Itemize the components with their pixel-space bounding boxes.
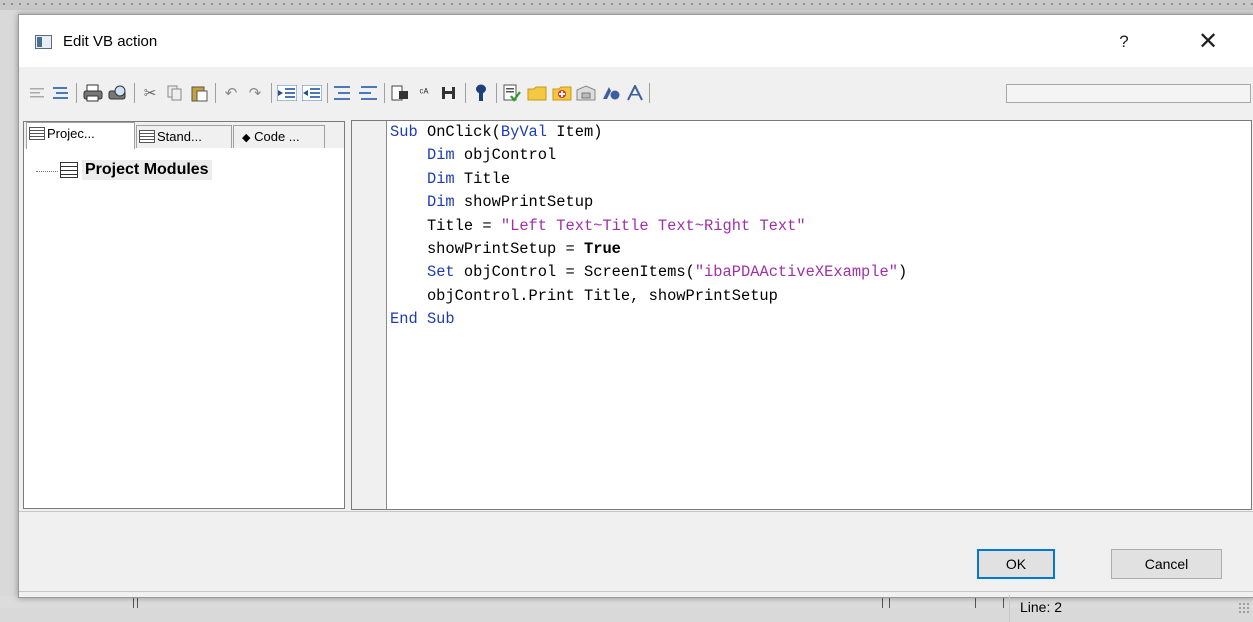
- breakpoint-icon[interactable]: [471, 83, 491, 103]
- code-line: End Sub: [390, 310, 455, 329]
- folder-icon[interactable]: [527, 83, 547, 103]
- tab-code[interactable]: ◆ Code ...: [233, 125, 325, 148]
- print-preview-icon[interactable]: [108, 83, 128, 103]
- uncomment-icon[interactable]: [358, 83, 378, 103]
- code-icon: ◆: [242, 132, 251, 144]
- title-bar[interactable]: Edit VB action ? ✕: [19, 15, 1253, 67]
- redo-icon[interactable]: ↷: [245, 83, 265, 103]
- undo-icon[interactable]: ↶: [221, 83, 241, 103]
- paste-icon[interactable]: [189, 83, 209, 103]
- indent-icon[interactable]: [277, 83, 297, 103]
- tab-project-label: Projec...: [47, 126, 95, 141]
- ok-button[interactable]: OK: [977, 549, 1055, 579]
- cancel-button[interactable]: Cancel: [1111, 549, 1222, 579]
- module-list-icon: [60, 162, 78, 178]
- status-line-number: Line: 2: [1020, 599, 1063, 615]
- module-list-icon: [139, 130, 155, 143]
- tab-project[interactable]: Projec...: [26, 122, 135, 149]
- cut-icon[interactable]: ✂: [140, 83, 160, 103]
- comment-icon[interactable]: [333, 83, 353, 103]
- module-icon[interactable]: [576, 83, 596, 103]
- tree-item-project-modules[interactable]: Project Modules: [82, 160, 212, 180]
- tab-code-label: Code ...: [254, 129, 300, 144]
- project-panel: Projec... Stand... ◆ Code ... Project Mo…: [23, 121, 345, 509]
- print-icon[interactable]: [83, 83, 103, 103]
- help-button[interactable]: ?: [1104, 25, 1144, 59]
- code-line: Sub OnClick(ByVal Item): [390, 123, 603, 141]
- tab-standard-label: Stand...: [157, 129, 202, 144]
- code-line: Title = "Left Text~Title Text~Right Text…: [390, 216, 806, 235]
- object-icon[interactable]: [601, 83, 621, 103]
- code-line: Dim objControl: [426, 146, 557, 165]
- panel-tabs: Projec... Stand... ◆ Code ...: [24, 122, 344, 149]
- toolbar: ✂ ↶ ↷ ᶜᴬ: [19, 67, 1253, 119]
- code-line: Set objControl = ScreenItems("ibaPDAActi…: [426, 263, 908, 282]
- close-button[interactable]: ✕: [1184, 25, 1232, 59]
- code-line: Dim Title: [426, 169, 511, 188]
- toolbar-combo[interactable]: [1006, 84, 1251, 103]
- goto-icon[interactable]: [439, 83, 459, 103]
- code-line: showPrintSetup = True: [390, 240, 621, 259]
- code-editor[interactable]: Sub OnClick(ByVal Item) Dim objControl D…: [351, 120, 1252, 510]
- copy-icon[interactable]: [165, 83, 185, 103]
- align-lines-icon[interactable]: [51, 83, 71, 103]
- syntax-check-icon[interactable]: [502, 83, 522, 103]
- code-line: objControl.Print Title, showPrintSetup: [390, 286, 778, 305]
- resize-grip-icon[interactable]: [1238, 602, 1250, 614]
- function-icon[interactable]: [625, 83, 645, 103]
- align-left-icon[interactable]: [27, 83, 47, 103]
- window-title: Edit VB action: [63, 33, 158, 50]
- tree-connector: [36, 171, 58, 172]
- editor-background-grid: [0, 0, 1253, 10]
- code-area[interactable]: Sub OnClick(ByVal Item) Dim objControl D…: [390, 121, 907, 332]
- edit-vb-action-dialog: Edit VB action ? ✕ ✂ ↶ ↷ ᶜᴬ Projec... St…: [18, 14, 1253, 622]
- find-icon[interactable]: [390, 83, 410, 103]
- add-icon[interactable]: [552, 83, 572, 103]
- status-bar: [19, 592, 1253, 622]
- module-list-icon: [29, 127, 45, 140]
- tab-standard[interactable]: Stand...: [136, 125, 232, 148]
- editor-gutter[interactable]: [352, 121, 387, 509]
- outdent-icon[interactable]: [302, 83, 322, 103]
- app-icon: [35, 35, 52, 49]
- project-tree: Project Modules: [24, 149, 344, 508]
- replace-icon[interactable]: ᶜᴬ: [414, 83, 434, 103]
- code-line: Dim showPrintSetup: [426, 193, 594, 212]
